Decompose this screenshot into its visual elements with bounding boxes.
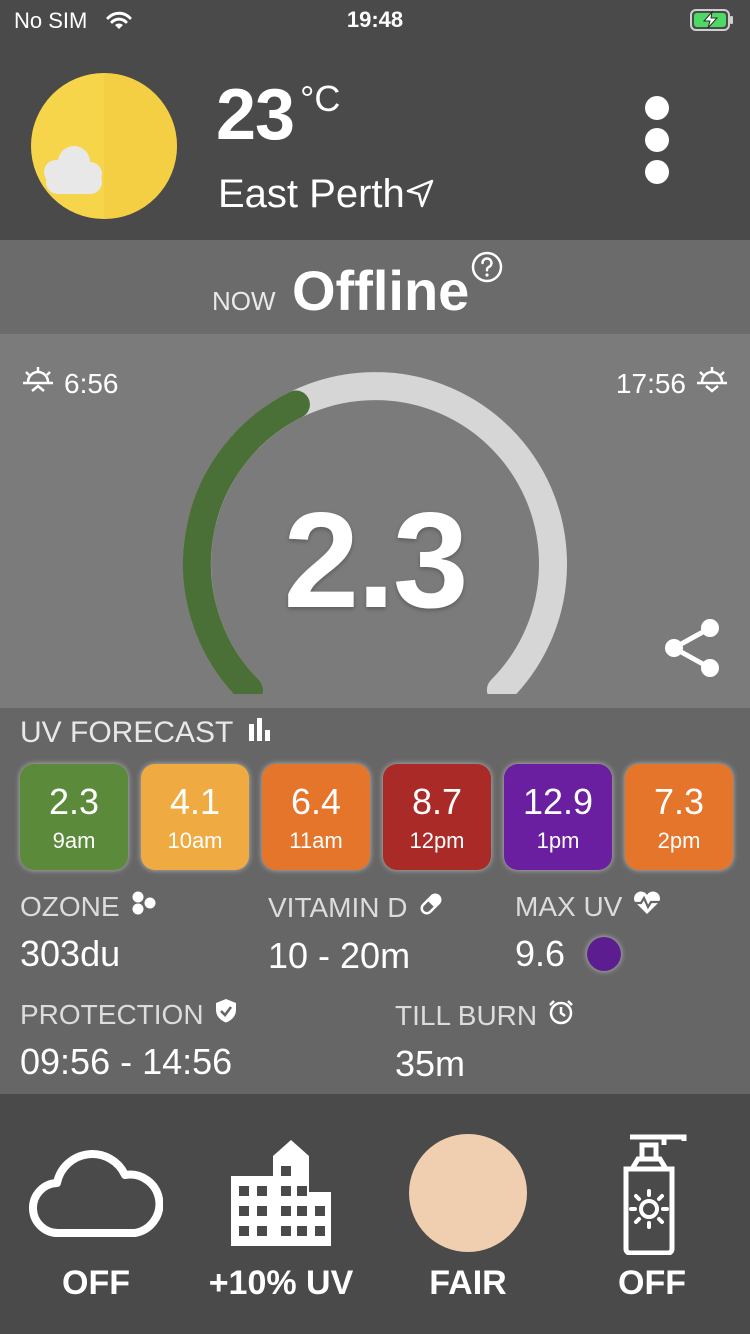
forecast-card[interactable]: 4.1 10am xyxy=(141,764,249,870)
connection-status: Offline xyxy=(292,259,470,322)
location-name[interactable]: East Perth xyxy=(218,172,405,217)
city-building-icon xyxy=(191,1128,371,1258)
vitamin-d-value: 10 - 20m xyxy=(268,935,411,976)
forecast-uv-value: 7.3 xyxy=(653,781,705,822)
max-uv-value: 9.6 xyxy=(515,933,566,974)
temperature-value: 23 xyxy=(216,75,295,155)
forecast-card[interactable]: 2.3 9am xyxy=(20,764,128,870)
more-menu-button[interactable] xyxy=(636,96,678,196)
sunscreen-bottle-icon xyxy=(562,1128,742,1258)
share-icon[interactable] xyxy=(660,616,724,680)
urban-environment-button[interactable]: +10% UV xyxy=(191,1094,371,1334)
vitamin-d-stat: VITAMIN D 10 - 20m xyxy=(268,890,445,977)
urban-environment-label: +10% UV xyxy=(208,1264,354,1302)
forecast-card[interactable]: 8.7 12pm xyxy=(383,764,491,870)
till-burn-value: 35m xyxy=(395,1043,466,1084)
protection-label: PROTECTION xyxy=(20,998,204,1030)
forecast-card[interactable]: 12.9 1pm xyxy=(504,764,612,870)
menu-dot-icon xyxy=(645,128,669,152)
forecast-uv-value: 12.9 xyxy=(522,781,594,822)
ozone-value: 303du xyxy=(20,933,121,974)
clock: 19:48 xyxy=(346,7,404,32)
sunrise-info: 6:56 xyxy=(22,366,119,401)
forecast-heading[interactable]: UV FORECAST xyxy=(20,716,273,750)
molecule-icon xyxy=(130,890,158,923)
ozone-label: OZONE xyxy=(20,890,120,922)
forecast-uv-value: 2.3 xyxy=(48,781,100,822)
cloud-icon xyxy=(6,1128,186,1258)
pill-icon xyxy=(417,890,445,925)
forecast-card[interactable]: 6.4 11am xyxy=(262,764,370,870)
bottom-toolbar: OFF +10% UV FAIR OFF xyxy=(0,1094,750,1334)
sunset-info: 17:56 xyxy=(616,366,728,401)
alarm-clock-icon xyxy=(547,998,575,1033)
max-uv-color-indicator xyxy=(587,937,622,971)
ozone-stat: OZONE 303du xyxy=(20,890,158,975)
shield-check-icon xyxy=(214,998,238,1031)
partly-cloudy-sun-icon xyxy=(28,70,180,222)
sunset-icon xyxy=(696,366,728,401)
forecast-uv-value: 6.4 xyxy=(290,781,342,822)
forecast-time: 12pm xyxy=(409,828,465,853)
forecast-time: 10am xyxy=(167,828,223,853)
forecast-uv-value: 4.1 xyxy=(169,781,221,822)
sunset-time: 17:56 xyxy=(615,367,686,399)
location-arrow-icon[interactable] xyxy=(404,178,436,215)
skin-type-label: FAIR xyxy=(429,1264,507,1302)
forecast-list: 2.3 9am 4.1 10am 6.4 11am 8.7 12pm 12.9 … xyxy=(20,764,733,870)
forecast-time: 1pm xyxy=(536,828,580,853)
till-burn-label: TILL BURN xyxy=(395,999,538,1031)
forecast-section: UV FORECAST 2.3 9am 4.1 10am 6.4 11am 8.… xyxy=(0,708,750,1094)
sunscreen-label: OFF xyxy=(618,1264,686,1302)
forecast-card[interactable]: 7.3 2pm xyxy=(625,764,733,870)
now-status-bar: NOW Offline xyxy=(0,240,750,334)
till-burn-stat: TILL BURN 35m xyxy=(395,998,575,1085)
cloud-cover-button[interactable]: OFF xyxy=(6,1094,186,1334)
forecast-uv-value: 8.7 xyxy=(411,781,463,822)
sunrise-icon xyxy=(22,366,54,401)
forecast-time: 11am xyxy=(289,828,343,853)
cloud-cover-label: OFF xyxy=(62,1264,130,1302)
protection-stat: PROTECTION 09:56 - 14:56 xyxy=(20,998,238,1083)
sunrise-time: 6:56 xyxy=(64,367,119,399)
temperature-unit: °C xyxy=(300,78,341,119)
bar-chart-icon xyxy=(247,716,273,750)
help-icon[interactable] xyxy=(470,250,504,289)
skin-tone-swatch xyxy=(378,1128,558,1258)
vitamin-d-label: VITAMIN D xyxy=(268,891,408,923)
forecast-time: 2pm xyxy=(657,828,701,853)
max-uv-stat: MAX UV 9.6 xyxy=(515,890,662,975)
skin-type-button[interactable]: FAIR xyxy=(378,1094,558,1334)
now-label: NOW xyxy=(212,286,276,316)
weather-header: 23 °C East Perth xyxy=(0,40,750,240)
sunscreen-button[interactable]: OFF xyxy=(562,1094,742,1334)
menu-dot-icon xyxy=(645,96,669,120)
forecast-title: UV FORECAST xyxy=(20,716,234,749)
battery-charging-icon xyxy=(690,9,734,36)
max-uv-label: MAX UV xyxy=(515,890,623,922)
uv-gauge-panel: 6:56 17:56 2.3 xyxy=(0,334,750,708)
current-uv-index: 2.3 xyxy=(283,484,468,636)
status-bar: No SIM 19:48 xyxy=(0,0,750,40)
heart-pulse-icon xyxy=(632,890,662,923)
forecast-time: 9am xyxy=(52,828,96,853)
protection-value: 09:56 - 14:56 xyxy=(20,1041,233,1082)
menu-dot-icon xyxy=(645,160,669,184)
